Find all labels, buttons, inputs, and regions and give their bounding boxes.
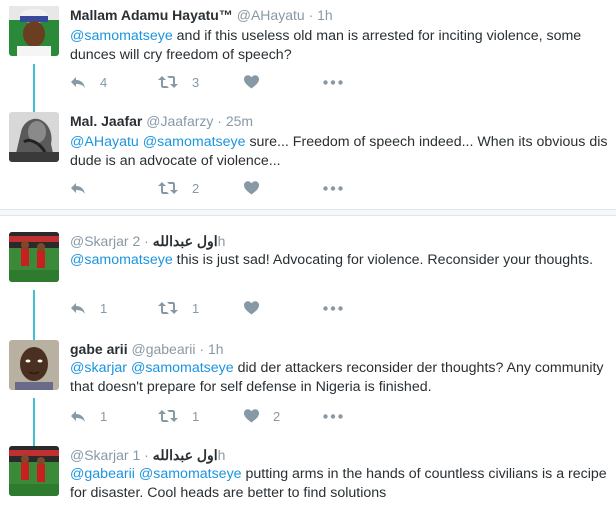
conversation-separator <box>0 209 616 216</box>
more-dots-icon <box>323 185 343 191</box>
handle[interactable]: @AHayatu <box>237 7 305 23</box>
tweet-text: @gabearii @samomatseye putting arms in t… <box>70 465 610 503</box>
tweet-text: @samomatseye this is just sad! Advocatin… <box>70 251 610 270</box>
thread-line <box>33 290 35 344</box>
thread-line <box>33 64 35 118</box>
retweet-button[interactable]: 1 <box>158 407 199 425</box>
tweet[interactable]: Mal. Jaafar @Jaafarzy · 25m @AHayatu @sa… <box>0 112 616 202</box>
separator-dot: · <box>308 7 314 23</box>
display-name[interactable]: Mal. Jaafar <box>70 113 142 129</box>
retweet-button[interactable]: 2 <box>158 179 199 197</box>
tweet-text: @samomatseye and if this useless old man… <box>70 27 610 65</box>
retweet-count: 1 <box>192 408 200 424</box>
tweet-text: @skarjar @samomatseye did der attackers … <box>70 359 610 397</box>
mention-link[interactable]: @samomatseye <box>131 360 234 376</box>
tweet[interactable]: Mallam Adamu Hayatu™ @AHayatu · 1h @samo… <box>0 6 616 118</box>
retweet-count: 3 <box>192 74 200 90</box>
avatar[interactable] <box>9 232 59 282</box>
separator-dot: · <box>144 233 149 249</box>
reply-button[interactable]: 1 <box>70 299 107 317</box>
timestamp[interactable]: 1h <box>208 341 224 357</box>
display-name[interactable]: Mallam Adamu Hayatu™ <box>70 7 233 23</box>
tweet[interactable]: gabe arii @gabearii · 1h @skarjar @samom… <box>0 340 616 452</box>
reply-count: 4 <box>100 74 108 90</box>
retweet-icon <box>158 76 178 88</box>
heart-icon <box>244 75 259 89</box>
mention-link[interactable]: @samomatseye <box>70 252 173 268</box>
mention-link[interactable]: @gabearii <box>70 466 135 482</box>
heart-icon <box>244 409 259 423</box>
retweet-icon <box>158 410 178 422</box>
handle[interactable]: @Jaafarzy <box>146 113 213 129</box>
reply-count: 1 <box>100 408 108 424</box>
mention-link[interactable]: @AHayatu <box>70 134 139 150</box>
tweet-header: Mallam Adamu Hayatu™ @AHayatu · 1h <box>70 6 333 24</box>
tweet-header: Mal. Jaafar @Jaafarzy · 25m <box>70 112 253 130</box>
reply-button[interactable]: 1 <box>70 407 107 425</box>
separator-dot: · <box>217 113 222 129</box>
reply-icon <box>71 302 85 314</box>
retweet-icon <box>158 182 178 194</box>
tweet[interactable]: @Skarjar اول عبدالله · 1h @gabearii @sam… <box>0 446 616 509</box>
retweet-icon <box>158 302 178 314</box>
retweet-button[interactable]: 1 <box>158 299 199 317</box>
mention-link[interactable]: @samomatseye <box>139 466 242 482</box>
mention-link[interactable]: @samomatseye <box>143 134 246 150</box>
timestamp[interactable]: 1h <box>317 7 333 23</box>
more-button[interactable] <box>323 179 343 197</box>
more-dots-icon <box>323 413 343 419</box>
timestamp[interactable]: 25m <box>226 113 253 129</box>
tweet-header: @Skarjar اول عبدالله · 2h <box>70 232 225 250</box>
more-dots-icon <box>323 305 343 311</box>
like-count: 2 <box>273 408 281 424</box>
more-button[interactable] <box>323 407 343 425</box>
thread-line <box>33 398 35 452</box>
avatar[interactable] <box>9 112 59 162</box>
avatar[interactable] <box>9 340 59 390</box>
handle[interactable]: @gabearii <box>131 341 195 357</box>
reply-icon <box>71 410 85 422</box>
like-button[interactable]: 2 <box>244 407 280 425</box>
like-button[interactable] <box>244 299 273 317</box>
mention-link[interactable]: @skarjar <box>70 360 127 376</box>
retweet-count: 2 <box>192 180 200 196</box>
avatar[interactable] <box>9 446 59 496</box>
reply-button[interactable] <box>70 179 100 197</box>
retweet-button[interactable]: 3 <box>158 73 199 91</box>
mention-link[interactable]: @samomatseye <box>70 28 173 44</box>
heart-icon <box>244 181 259 195</box>
separator-dot: · <box>144 447 149 463</box>
more-button[interactable] <box>323 299 343 317</box>
more-dots-icon <box>323 79 343 85</box>
display-name[interactable]: gabe arii <box>70 341 128 357</box>
retweet-count: 1 <box>192 300 200 316</box>
more-button[interactable] <box>323 73 343 91</box>
tweet-body: this is just sad! Advocating for violenc… <box>172 252 594 268</box>
separator-dot: · <box>199 341 205 357</box>
reply-count: 1 <box>100 300 108 316</box>
heart-icon <box>244 301 259 315</box>
handle[interactable]: @Skarjar <box>70 447 129 463</box>
handle[interactable]: @Skarjar <box>70 233 129 249</box>
tweet-header: gabe arii @gabearii · 1h <box>70 340 224 358</box>
tweet-text: @AHayatu @samomatseye sure... Freedom of… <box>70 133 610 171</box>
avatar[interactable] <box>9 6 59 56</box>
tweet[interactable]: @Skarjar اول عبدالله · 2h @samomatseye t… <box>0 232 616 344</box>
reply-button[interactable]: 4 <box>70 73 107 91</box>
tweet-header: @Skarjar اول عبدالله · 1h <box>70 446 225 464</box>
like-button[interactable] <box>244 73 273 91</box>
reply-icon <box>71 182 85 194</box>
display-name[interactable]: اول عبدالله <box>153 233 218 249</box>
display-name[interactable]: اول عبدالله <box>153 447 218 463</box>
reply-icon <box>71 76 85 88</box>
like-button[interactable] <box>244 179 273 197</box>
